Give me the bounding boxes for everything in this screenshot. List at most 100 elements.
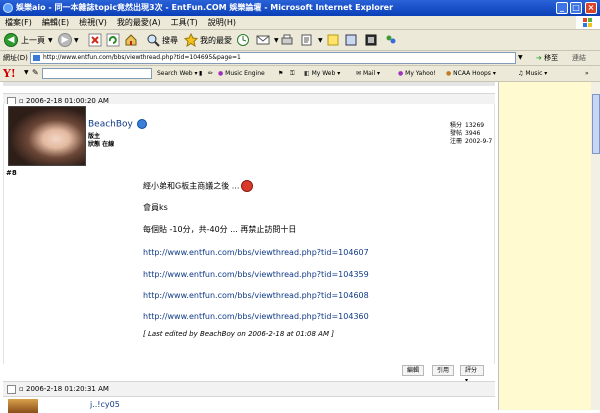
favorites-label: 我的最愛 xyxy=(200,35,232,45)
music-button[interactable]: ♫ Music ▾ xyxy=(518,68,547,79)
menu-view[interactable]: 檢視(V) xyxy=(74,16,112,29)
search-label: 搜尋 xyxy=(162,35,178,45)
quote-button[interactable]: 引用 xyxy=(432,365,455,376)
media-button[interactable] xyxy=(364,32,378,48)
forward-arrow-icon: ▶ xyxy=(58,33,72,47)
edit-button[interactable]: ▼ xyxy=(300,32,323,48)
mail-button[interactable]: ▼ xyxy=(256,32,279,48)
chevron-down-icon: ▼ xyxy=(274,36,279,44)
music-label: Music xyxy=(525,70,543,77)
forward-button[interactable]: ▶ ▼ xyxy=(58,32,79,48)
more-chevron-icon[interactable]: » xyxy=(585,68,589,79)
go-button[interactable]: ➔ 移至 xyxy=(536,52,558,64)
scrollbar[interactable] xyxy=(591,82,600,410)
refresh-icon xyxy=(106,33,120,47)
my-web-icon: ◧ xyxy=(304,70,310,77)
menu-edit[interactable]: 編輯(E) xyxy=(37,16,74,29)
home-icon xyxy=(125,34,137,46)
ncaa-label: NCAA Hoops xyxy=(453,70,491,77)
chevron-down-icon: ▼ xyxy=(318,36,323,44)
people-icon xyxy=(386,35,396,44)
post-username[interactable]: BeachBoy xyxy=(88,119,147,130)
refresh-button[interactable] xyxy=(106,32,120,48)
highlight-icon[interactable]: ✏ xyxy=(208,68,213,79)
post-select-checkbox[interactable] xyxy=(7,384,16,394)
go-label: 移至 xyxy=(544,54,559,62)
ncaa-button[interactable]: ● NCAA Hoops ▾ xyxy=(446,68,496,79)
links-button[interactable]: 連結 xyxy=(572,52,586,64)
edited-note: [ Last edited by BeachBoy on 2006-2-18 a… xyxy=(143,330,334,338)
history-button[interactable] xyxy=(236,32,250,48)
envelope-icon: ✉ xyxy=(356,70,362,77)
post-timestamp: 2006-2-18 01:20:31 AM xyxy=(25,385,109,393)
menu-file[interactable]: 檔案(F) xyxy=(0,16,37,29)
side-pane xyxy=(498,82,600,410)
history-icon xyxy=(237,34,249,46)
search-web-label: Search Web xyxy=(157,70,193,77)
address-label: 網址(D) xyxy=(3,54,28,62)
lock-icon[interactable]: ⚿ xyxy=(290,68,295,79)
post-number: #8 xyxy=(6,169,17,177)
close-button[interactable]: × xyxy=(585,2,597,14)
thread-link-3[interactable]: http://www.entfun.com/bbs/viewthread.php… xyxy=(143,291,369,301)
music-engine-icon: ● xyxy=(218,70,224,77)
ie-icon xyxy=(3,3,13,13)
search-button[interactable]: 搜尋 xyxy=(146,32,178,48)
minimize-button[interactable]: _ xyxy=(556,2,568,14)
thread-link-1[interactable]: http://www.entfun.com/bbs/viewthread.php… xyxy=(143,248,369,258)
research-button[interactable] xyxy=(384,32,398,48)
music-engine-button[interactable]: ● Music Engine xyxy=(218,68,265,79)
yahoo-toolbar: Y! ▼ ✎ Search Web ▾ ▮ ✏ ● Music Engine ⚑… xyxy=(0,66,600,82)
home-button[interactable] xyxy=(124,32,138,48)
post-username[interactable]: j..!cy05 xyxy=(90,400,120,409)
pencil-icon[interactable]: ✎ xyxy=(32,68,39,77)
print-button[interactable] xyxy=(280,32,294,48)
menu-tools[interactable]: 工具(T) xyxy=(166,16,203,29)
search-web-button[interactable]: Search Web ▾ xyxy=(157,68,198,79)
back-arrow-icon: ◀ xyxy=(4,33,18,47)
my-web-label: My Web xyxy=(311,70,336,77)
address-input[interactable]: http://www.entfun.com/bbs/viewthread.php… xyxy=(30,52,516,64)
messenger-button[interactable] xyxy=(344,32,358,48)
my-yahoo-label: My Yahoo! xyxy=(405,70,436,77)
yahoo-search-input[interactable] xyxy=(42,68,152,79)
bookmark-icon[interactable]: ▮ xyxy=(199,68,202,79)
back-button[interactable]: ◀ 上一頁 ▼ xyxy=(4,32,53,48)
online-icon xyxy=(136,119,147,129)
maximize-button[interactable]: □ xyxy=(570,2,582,14)
rate-label: 評分 xyxy=(465,367,478,374)
edit-post-button[interactable]: 編輯 xyxy=(402,365,425,376)
yahoo-logo-icon[interactable]: Y! xyxy=(3,67,16,80)
toolbar: ◀ 上一頁 ▼ ▶ ▼ 搜尋 我的最愛 ▼ ▼ xyxy=(0,30,600,51)
discuss-button[interactable] xyxy=(326,32,340,48)
stop-icon xyxy=(88,33,102,47)
my-yahoo-button[interactable]: ● My Yahoo! xyxy=(398,68,436,79)
post-line-3: 每個貼 -10分，共-40分 ... 再禁止訪問十日 xyxy=(143,225,297,234)
mail-yahoo-button[interactable]: ✉ Mail ▾ xyxy=(356,68,380,79)
edit-page-icon xyxy=(301,34,312,46)
post-text-line: 經小弟和G板主商議之後 ... xyxy=(143,180,254,192)
user-status: 狀態 在線 xyxy=(88,141,115,148)
favorites-star-icon xyxy=(184,33,198,47)
rate-select[interactable]: 評分 ▾ xyxy=(460,365,484,384)
menu-favorites[interactable]: 我的最愛(A) xyxy=(112,16,166,29)
flag-icon[interactable]: ⚑ xyxy=(278,68,283,79)
my-web-button[interactable]: ◧ My Web ▾ xyxy=(304,68,340,79)
stat-posts: 發帖 3946 xyxy=(450,130,481,137)
scrollbar-thumb[interactable] xyxy=(592,94,600,154)
favorites-button[interactable]: 我的最愛 xyxy=(184,32,232,48)
my-yahoo-icon: ● xyxy=(398,70,404,77)
address-url: http://www.entfun.com/bbs/viewthread.php… xyxy=(43,54,241,61)
thread-link-4[interactable]: http://www.entfun.com/bbs/viewthread.php… xyxy=(143,312,369,322)
stop-button[interactable] xyxy=(88,32,102,48)
address-dropdown-icon[interactable]: ▼ xyxy=(518,52,523,64)
chevron-down-icon: ▼ xyxy=(74,36,79,44)
menu-help[interactable]: 說明(H) xyxy=(203,16,241,29)
user-role: 版主 xyxy=(88,133,101,140)
windows-logo-icon xyxy=(576,16,600,29)
username-text: BeachBoy xyxy=(88,119,133,130)
thread-link-2[interactable]: http://www.entfun.com/bbs/viewthread.php… xyxy=(143,270,369,280)
stat-registered: 注冊 2002-9-7 xyxy=(450,138,493,145)
post-line-2: 會員ks xyxy=(143,203,168,212)
basketball-icon: ● xyxy=(446,70,452,77)
